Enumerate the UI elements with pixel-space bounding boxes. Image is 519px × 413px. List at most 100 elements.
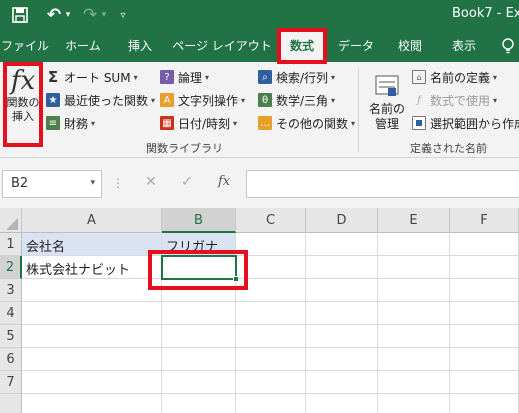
grid-cell[interactable] — [22, 371, 162, 394]
fill-handle[interactable] — [233, 276, 239, 282]
tab-file[interactable]: ファイル — [0, 30, 50, 62]
grid-cell[interactable] — [378, 325, 450, 348]
grid-cell[interactable] — [450, 256, 519, 279]
grid-cell[interactable] — [378, 348, 450, 371]
grid-cell[interactable] — [306, 371, 378, 394]
logical-button[interactable]: ? 論理 ▾ — [160, 67, 209, 87]
grid-cell[interactable] — [22, 348, 162, 371]
undo-dropdown-icon[interactable]: ▾ — [63, 5, 73, 25]
tab-home[interactable]: ホーム — [58, 30, 108, 62]
active-cell-b2[interactable] — [161, 255, 239, 282]
grid-cell[interactable] — [306, 394, 378, 413]
grid-cell[interactable] — [162, 279, 236, 302]
undo-icon[interactable]: ↶ — [44, 5, 64, 25]
tab-view[interactable]: 表示 — [444, 30, 484, 62]
grid-cell[interactable] — [378, 371, 450, 394]
row-header-6[interactable]: 6 — [0, 348, 22, 371]
column-header-f[interactable]: F — [450, 208, 519, 233]
column-header-a[interactable]: A — [22, 208, 162, 233]
grid-cell[interactable] — [378, 394, 450, 413]
grid-cell[interactable] — [450, 233, 519, 256]
grid-cell[interactable] — [236, 371, 306, 394]
grid-cell[interactable] — [162, 394, 236, 413]
insert-function-button[interactable]: fx 関数の 挿入 — [2, 64, 44, 146]
name-box[interactable]: B2 ▾ — [2, 170, 102, 198]
column-header-e[interactable]: E — [378, 208, 450, 233]
use-in-formula-button[interactable]: ƒ 数式で使用 ▾ — [412, 90, 497, 110]
grid-cell[interactable] — [306, 233, 378, 256]
grid-cell[interactable] — [378, 279, 450, 302]
grid-cell[interactable] — [306, 256, 378, 279]
cancel-entry-icon[interactable]: ✕ — [145, 174, 157, 190]
recently-used-button[interactable]: ★ 最近使った関数 ▾ — [46, 90, 155, 110]
grid-cell[interactable] — [306, 348, 378, 371]
cell-a1[interactable]: 会社名 — [22, 233, 162, 256]
lightbulb-icon[interactable] — [498, 30, 518, 62]
more-functions-button[interactable]: … その他の関数 ▾ — [258, 113, 355, 133]
tab-formulas[interactable]: 数式 — [280, 30, 324, 62]
grid-cell[interactable] — [450, 348, 519, 371]
tab-insert[interactable]: 挿入 — [120, 30, 160, 62]
grid-cell[interactable] — [22, 325, 162, 348]
cell-b1[interactable]: フリガナ — [162, 233, 236, 256]
grid-cell[interactable] — [450, 394, 519, 413]
create-from-selection-button[interactable]: 選択範囲から作成 — [412, 113, 519, 133]
grid-cell[interactable] — [236, 325, 306, 348]
grid-cell[interactable] — [378, 233, 450, 256]
tab-review[interactable]: 校閲 — [390, 30, 430, 62]
grid-cell[interactable] — [306, 325, 378, 348]
column-header-d[interactable]: D — [306, 208, 378, 233]
grid-cell[interactable] — [236, 302, 306, 325]
grid-cell[interactable] — [236, 256, 306, 279]
grid-cell[interactable] — [236, 279, 306, 302]
grid-cell[interactable] — [22, 394, 162, 413]
grid-cell[interactable] — [162, 371, 236, 394]
autosum-button[interactable]: Σ オート SUM ▾ — [46, 67, 138, 87]
tab-data[interactable]: データ — [334, 30, 378, 62]
column-header-b[interactable]: B — [162, 208, 236, 233]
grid-cell[interactable] — [22, 302, 162, 325]
row-header-4[interactable]: 4 — [0, 302, 22, 325]
grid-cell[interactable] — [162, 348, 236, 371]
math-trig-button[interactable]: θ 数学/三角 ▾ — [258, 90, 335, 110]
customize-toolbar-icon[interactable]: ▿ — [117, 5, 129, 25]
row-header-5[interactable]: 5 — [0, 325, 22, 348]
save-icon[interactable] — [10, 5, 30, 25]
grid-cell[interactable] — [162, 325, 236, 348]
chevron-down-icon[interactable]: ▾ — [90, 178, 95, 188]
insert-function-icon[interactable]: fx — [218, 174, 230, 189]
name-manager-button[interactable]: 名前の 管理 — [366, 72, 408, 132]
grid-cell[interactable] — [306, 279, 378, 302]
row-header-8[interactable] — [0, 394, 22, 413]
row-header-2[interactable]: 2 — [0, 256, 22, 279]
lookup-reference-button[interactable]: ⌕ 検索/行列 ▾ — [258, 67, 335, 87]
redo-dropdown-icon[interactable]: ▾ — [99, 5, 109, 25]
grid-cell[interactable] — [22, 279, 162, 302]
redo-icon[interactable]: ↷ — [80, 5, 100, 25]
select-all-corner[interactable] — [0, 208, 22, 233]
cell-a2[interactable]: 株式会社ナビット — [22, 256, 162, 279]
row-header-1[interactable]: 1 — [0, 233, 22, 256]
grid-cell[interactable] — [450, 279, 519, 302]
text-functions-button[interactable]: A 文字列操作 ▾ — [160, 90, 245, 110]
grid-cell[interactable] — [450, 302, 519, 325]
financial-button[interactable]: ≡ 財務 ▾ — [46, 113, 95, 133]
grid-cell[interactable] — [236, 348, 306, 371]
grid-cell[interactable] — [162, 302, 236, 325]
grid-cell[interactable] — [450, 371, 519, 394]
row-header-3[interactable]: 3 — [0, 279, 22, 302]
splitter-handle[interactable]: ⋮ — [112, 176, 124, 190]
grid-cell[interactable] — [306, 302, 378, 325]
formula-input[interactable] — [246, 170, 519, 198]
confirm-entry-icon[interactable]: ✓ — [181, 174, 193, 190]
grid-cell[interactable] — [378, 256, 450, 279]
datetime-button[interactable]: ▦ 日付/時刻 ▾ — [160, 113, 237, 133]
grid-cell[interactable] — [236, 394, 306, 413]
grid-cell[interactable] — [450, 325, 519, 348]
define-name-button[interactable]: ⌂ 名前の定義 ▾ — [412, 67, 497, 87]
tab-page-layout[interactable]: ページ レイアウト — [172, 30, 272, 62]
row-header-7[interactable]: 7 — [0, 371, 22, 394]
grid-cell[interactable] — [236, 233, 306, 256]
grid-cell[interactable] — [378, 302, 450, 325]
column-header-c[interactable]: C — [236, 208, 306, 233]
